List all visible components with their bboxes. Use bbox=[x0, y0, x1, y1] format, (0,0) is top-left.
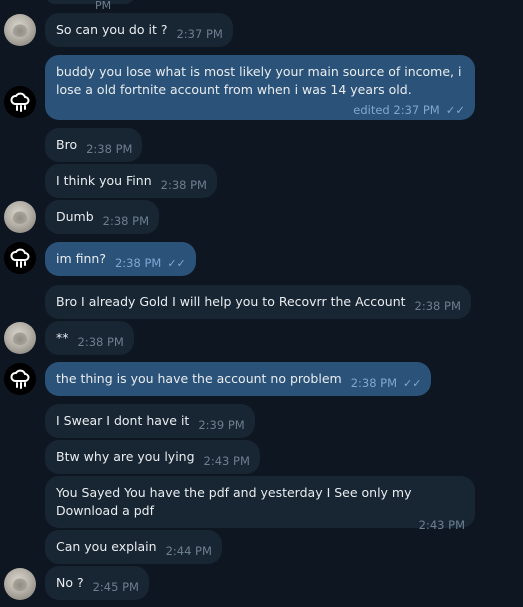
chat-history: 2:35 PM So can you do it ? 2:37 PM buddy … bbox=[0, 0, 523, 607]
avatar[interactable] bbox=[4, 363, 36, 395]
avatar[interactable] bbox=[4, 201, 36, 233]
message-text: Dumb bbox=[56, 209, 94, 224]
message-time: 2:38 PM bbox=[102, 214, 150, 228]
double-check-icon: ✓✓ bbox=[403, 377, 422, 390]
double-check-icon: ✓✓ bbox=[445, 103, 465, 117]
message-time: 2:38 PM bbox=[114, 256, 162, 270]
message-text: I Swear I dont have it bbox=[56, 413, 190, 428]
message-bubble-outgoing: im finn? 2:38 PM ✓✓ bbox=[45, 242, 196, 276]
message-text: buddy you lose what is most likely your … bbox=[56, 64, 462, 97]
message-text: ** bbox=[56, 330, 69, 345]
message-text: im finn? bbox=[56, 251, 106, 266]
message-time: 2:45 PM bbox=[92, 580, 139, 594]
message-bubble-outgoing: the thing is you have the account no pro… bbox=[45, 362, 432, 396]
avatar[interactable] bbox=[4, 322, 36, 354]
double-check-icon: ✓✓ bbox=[167, 257, 186, 270]
message-bubble-incoming: I think you Finn 2:38 PM bbox=[45, 164, 217, 198]
message-text: Btw why are you lying bbox=[56, 449, 195, 464]
message-bubble-incoming: Bro I already Gold I will help you to Re… bbox=[45, 285, 471, 319]
message-bubble-outgoing: buddy you lose what is most likely your … bbox=[45, 55, 475, 120]
message-text: No ? bbox=[56, 575, 84, 590]
message-time: 2:43 PM bbox=[203, 454, 250, 468]
message-time: 2:38 PM bbox=[414, 299, 461, 313]
message-text: So can you do it ? bbox=[56, 22, 168, 37]
message-time: 2:35 PM bbox=[95, 0, 112, 12]
message-time: 2:37 PM bbox=[176, 27, 223, 41]
message-bubble-incoming: Btw why are you lying 2:43 PM bbox=[45, 440, 260, 474]
message-bubble-incoming: ** 2:38 PM bbox=[45, 321, 134, 355]
message-time: 2:44 PM bbox=[165, 544, 212, 558]
message-text: Bro bbox=[56, 137, 78, 152]
message-text: You Sayed You have the pdf and yesterday… bbox=[56, 485, 412, 518]
avatar[interactable] bbox=[4, 242, 36, 274]
avatar[interactable] bbox=[4, 568, 36, 600]
message-time: 2:38 PM bbox=[86, 142, 133, 156]
message-edited-time: edited 2:37 PM bbox=[353, 103, 440, 117]
message-bubble-partial: 2:35 PM bbox=[45, 0, 135, 12]
message-bubble-incoming: So can you do it ? 2:37 PM bbox=[45, 13, 233, 47]
message-time: 2:38 PM bbox=[77, 335, 124, 349]
cloud-rain-icon bbox=[10, 92, 30, 112]
message-time: 2:38 PM bbox=[350, 376, 398, 390]
message-bubble-incoming: I Swear I dont have it 2:39 PM bbox=[45, 404, 255, 438]
avatar[interactable] bbox=[4, 86, 36, 118]
message-bubble-incoming: Dumb 2:38 PM bbox=[45, 200, 160, 234]
message-text: Bro I already Gold I will help you to Re… bbox=[56, 294, 406, 309]
cloud-rain-icon bbox=[10, 369, 30, 389]
message-bubble-incoming: No ? 2:45 PM bbox=[45, 566, 149, 600]
message-text: the thing is you have the account no pro… bbox=[56, 371, 342, 386]
message-bubble-incoming: You Sayed You have the pdf and yesterday… bbox=[45, 476, 475, 532]
message-text: Can you explain bbox=[56, 539, 157, 554]
cloud-rain-icon bbox=[10, 248, 30, 268]
avatar[interactable] bbox=[4, 14, 36, 46]
message-text: I think you Finn bbox=[56, 173, 152, 188]
message-bubble-incoming: Bro 2:38 PM bbox=[45, 128, 143, 162]
message-bubble-incoming: Can you explain 2:44 PM bbox=[45, 530, 222, 564]
message-time: 2:39 PM bbox=[198, 418, 245, 432]
message-time: 2:38 PM bbox=[160, 178, 207, 192]
